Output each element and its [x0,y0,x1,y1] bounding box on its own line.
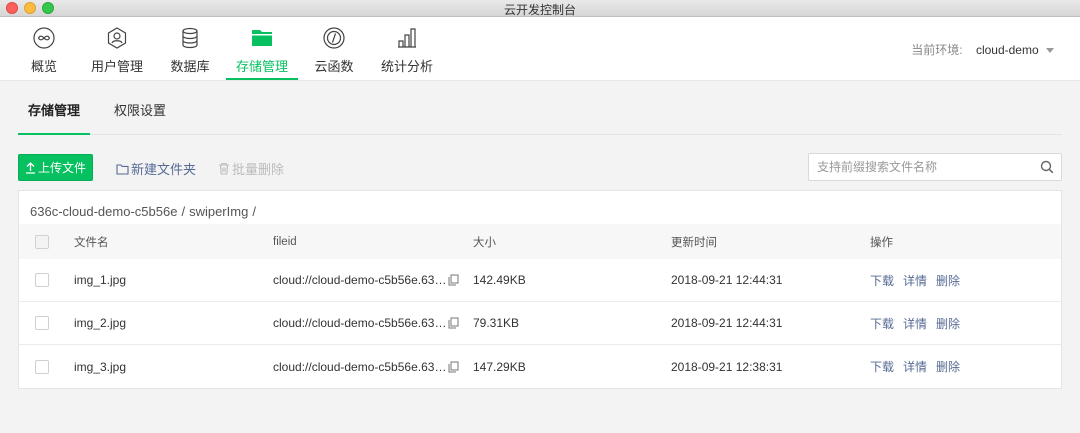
copy-icon[interactable] [448,361,459,373]
table-row: img_3.jpg cloud://cloud-demo-c5b56e.63… … [19,345,1061,388]
nav-item-database[interactable]: 数据库 [170,17,210,81]
table-row: img_2.jpg cloud://cloud-demo-c5b56e.63… … [19,302,1061,345]
nav-label: 统计分析 [380,59,433,74]
new-folder-button[interactable]: 新建文件夹 [116,159,196,178]
upload-file-button[interactable]: 上传文件 [18,154,93,181]
column-header-name: 文件名 [74,236,109,249]
row-checkbox[interactable] [35,316,49,330]
environment-selector[interactable]: 当前环境: cloud-demo [911,41,1054,58]
breadcrumb-bucket[interactable]: 636c-cloud-demo-c5b56e [30,204,177,219]
download-link[interactable]: 下载 [870,272,894,289]
file-table-panel: 636c-cloud-demo-c5b56e / swiperImg / 文件名 fi… [18,190,1062,389]
column-header-size: 大小 [473,236,496,249]
sub-tabs: 存储管理 权限设置 [17,82,1062,135]
download-link[interactable]: 下载 [870,315,894,332]
tab-permission-settings[interactable]: 权限设置 [114,100,166,135]
delete-link[interactable]: 删除 [936,315,960,332]
delete-link[interactable]: 删除 [936,272,960,289]
upload-icon [25,161,35,174]
file-updated-time: 2018-09-21 12:44:31 [671,316,783,330]
table-header: 文件名 fileid 大小 更新时间 操作 [19,224,1061,259]
cloud-function-icon [323,27,345,49]
copy-icon[interactable] [448,317,459,329]
file-name: img_2.jpg [74,316,127,330]
file-size: 147.29KB [473,359,526,374]
detail-link[interactable]: 详情 [903,358,927,375]
column-header-fileid: fileid [273,235,297,248]
file-id: cloud://cloud-demo-c5b56e.63… [273,273,447,287]
nav-item-user-management[interactable]: 用户管理 [90,17,144,81]
file-updated-time: 2018-09-21 12:38:31 [671,359,783,374]
chevron-down-icon [1046,48,1054,54]
batch-delete-label: 批量删除 [232,162,285,177]
detail-link[interactable]: 详情 [903,315,927,332]
overview-icon [33,27,55,49]
copy-icon[interactable] [448,274,459,286]
download-link[interactable]: 下载 [870,358,894,375]
new-folder-label: 新建文件夹 [131,162,197,177]
nav-label: 概览 [30,59,57,74]
batch-delete-button[interactable]: 批量删除 [218,159,284,178]
column-header-actions: 操作 [870,236,893,249]
folder-icon [116,163,129,175]
nav-label: 存储管理 [235,59,288,74]
file-name: img_3.jpg [74,359,127,374]
file-id-cell: cloud://cloud-demo-c5b56e.63… [273,345,459,388]
file-size: 142.49KB [473,273,526,287]
file-id: cloud://cloud-demo-c5b56e.63… [273,316,447,330]
database-icon [182,27,198,49]
nav-item-storage[interactable]: 存储管理 [226,17,298,81]
file-id-cell: cloud://cloud-demo-c5b56e.63… [273,302,459,344]
storage-toolbar: 上传文件 新建文件夹 批量删除 [18,153,1062,183]
row-checkbox[interactable] [35,273,49,287]
nav-label: 云函数 [314,59,354,74]
file-size: 79.31KB [473,316,520,330]
breadcrumb-folder[interactable]: swiperImg [189,204,248,219]
upload-file-label: 上传文件 [37,161,86,175]
breadcrumb: 636c-cloud-demo-c5b56e / swiperImg / [30,204,260,219]
main-content: 存储管理 权限设置 上传文件 新建文件夹 批量删除 636c-cloud-dem… [0,82,1080,433]
file-id: cloud://cloud-demo-c5b56e.63… [273,359,447,374]
search-icon[interactable] [1040,160,1054,174]
tab-storage-management[interactable]: 存储管理 [17,100,91,135]
row-actions: 下载 详情 删除 [870,345,969,388]
detail-link[interactable]: 详情 [903,272,927,289]
top-nav: 概览 用户管理 数据库 存储管理 云函数 统计分析 当前环境: cloud-de… [0,17,1080,81]
column-header-updated-time: 更新时间 [671,236,717,249]
file-search-input[interactable] [817,154,1027,180]
breadcrumb-separator: / [181,204,186,219]
storage-folder-icon [252,30,272,46]
breadcrumb-separator: / [252,204,256,219]
table-row: img_1.jpg cloud://cloud-demo-c5b56e.63… … [19,259,1061,302]
trash-icon [219,162,229,175]
nav-item-cloud-function[interactable]: 云函数 [314,17,354,81]
user-management-icon [107,27,127,49]
nav-label: 数据库 [170,59,210,74]
nav-label: 用户管理 [90,59,143,74]
file-name: img_1.jpg [74,273,127,287]
environment-value: cloud-demo [975,43,1039,57]
window-title: 云开发控制台 [503,3,576,17]
file-updated-time: 2018-09-21 12:44:31 [671,273,783,287]
delete-link[interactable]: 删除 [936,358,960,375]
nav-item-statistics[interactable]: 统计分析 [380,17,434,81]
file-search-box [808,153,1062,181]
window-titlebar: 云开发控制台 [0,0,1080,17]
nav-item-overview[interactable]: 概览 [28,17,60,81]
row-checkbox[interactable] [35,359,49,374]
row-actions: 下载 详情 删除 [870,259,969,301]
select-all-checkbox[interactable] [35,234,49,249]
row-actions: 下载 详情 删除 [870,302,969,344]
file-id-cell: cloud://cloud-demo-c5b56e.63… [273,259,459,301]
environment-label: 当前环境: [911,43,963,57]
statistics-icon [398,28,416,48]
